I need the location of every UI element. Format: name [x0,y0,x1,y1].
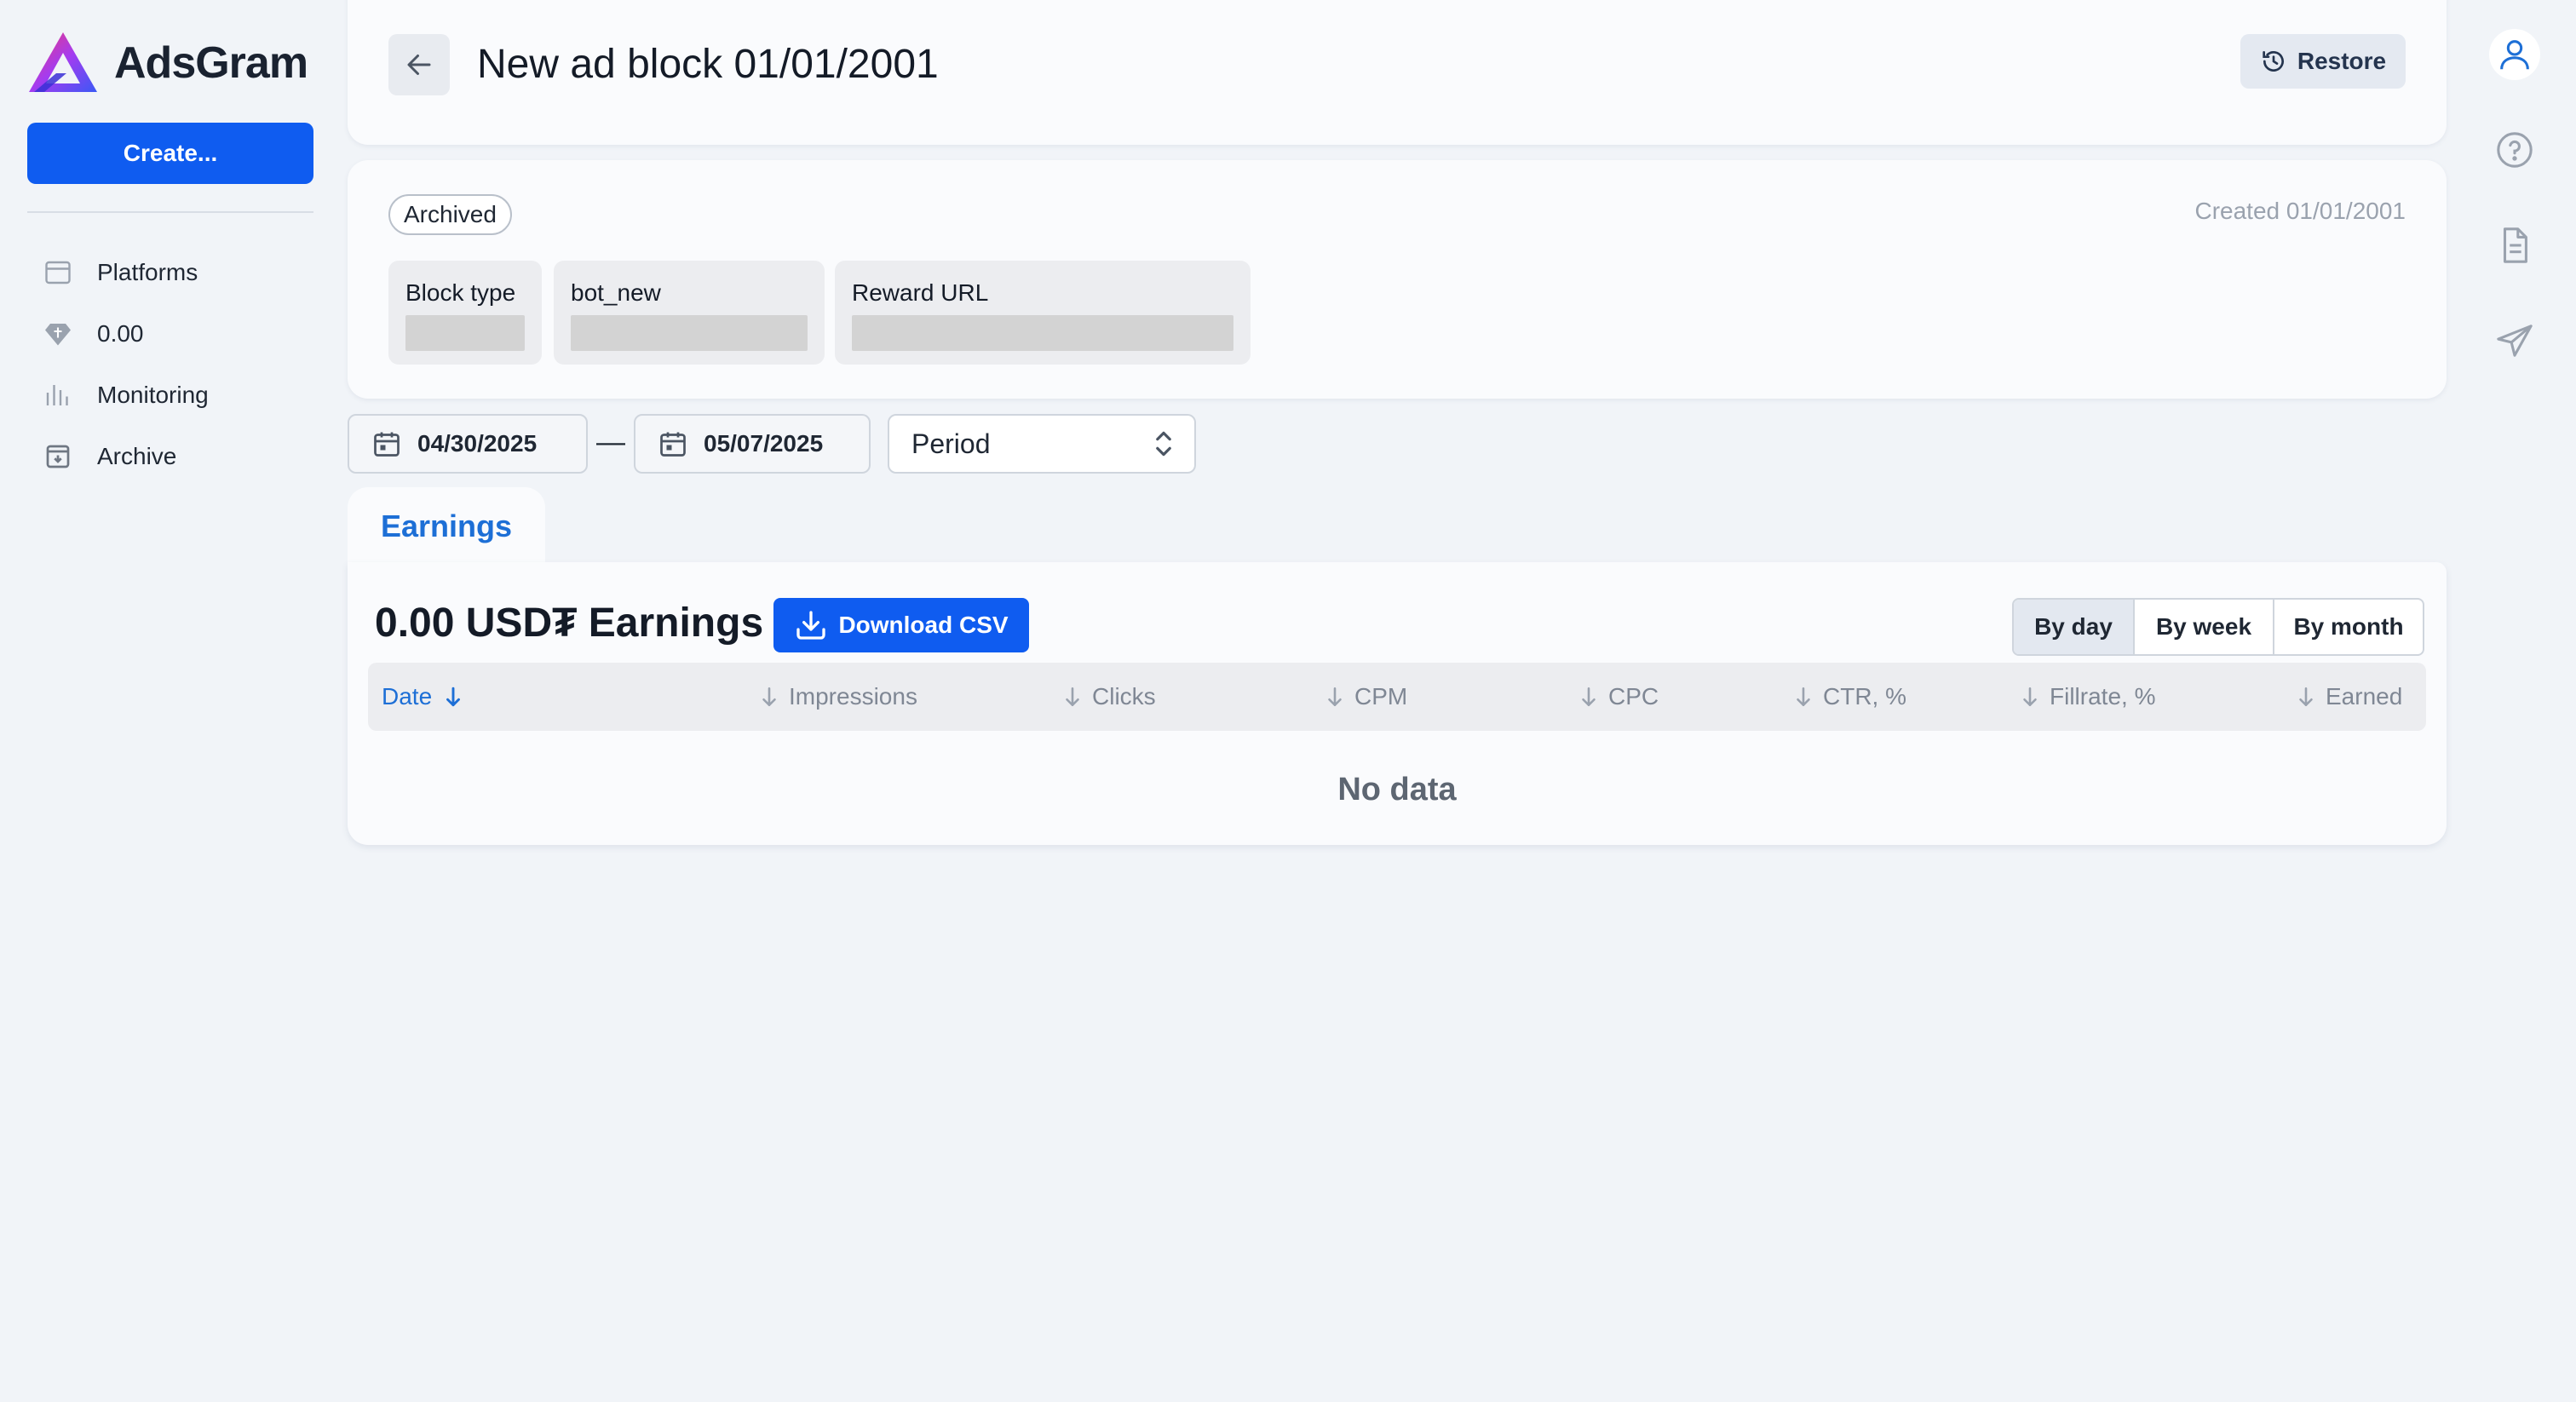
column-ctr[interactable]: CTR, % [1794,663,1906,731]
column-clicks[interactable]: Clicks [1063,663,1156,731]
table-header: Date Impressions Clicks CPM CPC CTR, % F… [368,663,2426,731]
archive-icon [27,441,89,472]
group-by-week[interactable]: By week [2133,600,2273,654]
create-button[interactable]: Create... [27,123,313,184]
sidebar-item-label: 0.00 [97,320,144,347]
date-to-value: 05/07/2025 [704,430,824,457]
logo[interactable]: AdsGram [27,31,308,95]
download-csv-label: Download CSV [838,612,1009,638]
column-label: CPC [1608,683,1659,710]
date-from-picker[interactable]: 04/30/2025 [348,414,588,474]
sidebar-item-balance[interactable]: 0.00 [27,303,313,365]
column-impressions[interactable]: Impressions [760,663,917,731]
download-icon [796,611,826,640]
help-icon [2497,132,2533,168]
column-cpc[interactable]: CPC [1579,663,1659,731]
column-fillrate[interactable]: Fillrate, % [2021,663,2155,731]
history-icon [2263,51,2284,72]
sidebar-item-monitoring[interactable]: Monitoring [27,365,313,426]
column-label: Date [382,683,433,710]
column-label: Impressions [789,683,917,710]
sidebar-item-label: Platforms [97,259,198,285]
download-csv-button[interactable]: Download CSV [773,598,1029,652]
group-by-toggle: By day By week By month [2012,598,2424,656]
telegram-button[interactable] [2489,315,2540,366]
group-by-month[interactable]: By month [2273,600,2423,654]
empty-state: No data [1337,772,1457,807]
field-label: Reward URL [852,279,989,306]
bar-chart-icon [27,380,89,411]
sidebar-item-archive[interactable]: Archive [27,426,313,487]
date-separator: — [596,426,625,458]
earnings-total: 0.00 USD₮ Earnings [375,600,764,646]
header-card: New ad block 01/01/2001 Restore [348,0,2447,145]
field-bot: bot_new [554,261,825,365]
column-label: Earned [2326,683,2403,710]
chevron-up-down-icon [1156,431,1171,457]
sidebar-item-label: Monitoring [97,382,209,408]
sidebar-divider [27,211,313,213]
date-to-picker[interactable]: 05/07/2025 [634,414,871,474]
calendar-icon [660,432,686,457]
status-badge: Archived [388,194,512,235]
help-button[interactable] [2489,124,2540,175]
sort-down-icon [762,687,776,707]
restore-label: Restore [2297,48,2387,74]
page-title: New ad block 01/01/2001 [477,42,939,87]
group-by-day[interactable]: By day [2014,600,2133,654]
restore-button[interactable]: Restore [2240,34,2406,89]
document-icon [2503,227,2527,263]
field-block-type: Block type [388,261,542,365]
sort-down-icon [1582,687,1596,707]
column-earned[interactable]: Earned [2297,663,2402,731]
date-from-value: 04/30/2025 [417,430,538,457]
arrow-left-icon [407,55,431,75]
sort-down-icon [1066,687,1079,707]
info-card: Archived Created 01/01/2001 Block type b… [348,160,2447,399]
period-select[interactable]: Period [888,414,1196,474]
field-reward-url: Reward URL [835,261,1251,365]
column-label: Clicks [1092,683,1156,710]
adsgram-logo-icon [29,32,97,92]
created-date: Created 01/01/2001 [2194,198,2406,224]
field-value-redacted [571,315,808,351]
field-label: bot_new [571,279,661,306]
calendar-icon [374,432,400,457]
diamond-icon [27,319,89,349]
app-name: AdsGram [114,38,308,88]
period-placeholder: Period [911,428,991,459]
field-value-redacted [405,315,525,351]
earnings-panel: 0.00 USD₮ Earnings Download CSV By day B… [348,562,2447,845]
docs-button[interactable] [2489,220,2540,271]
sort-down-icon [446,687,461,707]
sort-down-icon [1797,687,1810,707]
sidebar-item-label: Archive [97,443,177,469]
paper-plane-icon [2497,325,2533,357]
column-date[interactable]: Date [382,663,463,731]
field-value-redacted [852,315,1233,351]
sort-down-icon [2299,687,2313,707]
column-label: Fillrate, % [2050,683,2156,710]
sort-down-icon [2023,687,2037,707]
sort-down-icon [1328,687,1342,707]
user-icon [2500,40,2529,70]
back-button[interactable] [388,34,450,95]
sidebar-item-platforms[interactable]: Platforms [27,242,313,303]
profile-button[interactable] [2489,29,2540,80]
column-label: CTR, % [1823,683,1906,710]
column-cpm[interactable]: CPM [1325,663,1407,731]
sidebar-nav: Platforms 0.00 Monitoring Archive [27,242,313,487]
column-label: CPM [1354,683,1408,710]
field-label: Block type [405,279,516,306]
tab-earnings[interactable]: Earnings [348,487,545,566]
calendar-icon [27,257,89,288]
